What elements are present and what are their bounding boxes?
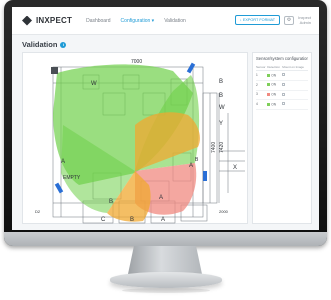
gear-icon[interactable]: ⚙: [284, 15, 295, 25]
monitor-chin: [4, 232, 327, 246]
monitor-stand-neck: [128, 246, 202, 274]
sensor-2-marker[interactable]: [54, 182, 64, 194]
sensor-config-panel: Sensor/system configuration Sensor Detec…: [252, 52, 312, 224]
label-a-left: A: [61, 159, 65, 165]
label-bottom-mid: 2000: [219, 209, 229, 214]
brand-logo[interactable]: INXPECT: [22, 15, 73, 26]
mount-cell: [282, 70, 308, 81]
sensor-3-marker[interactable]: [203, 171, 207, 181]
page-header: Validation i: [22, 40, 67, 49]
sensor-id: 3: [256, 90, 268, 101]
mount-checkbox[interactable]: [282, 83, 286, 86]
sensor-4-marker[interactable]: [186, 62, 196, 74]
label-bottom-left: D2: [35, 209, 41, 214]
detection-value: ON: [271, 101, 277, 106]
detection-value: ON: [271, 82, 277, 87]
label-b-small: B: [195, 157, 199, 163]
nav-dashboard[interactable]: Dashboard: [86, 18, 110, 24]
sensor-1-marker[interactable]: [51, 67, 58, 74]
table-row[interactable]: 3 ON: [256, 90, 308, 101]
label-a-low: A: [159, 195, 163, 201]
zone-color-swatch: [267, 83, 271, 87]
table-row[interactable]: 4 ON: [256, 99, 308, 110]
nav-validation[interactable]: Validation: [164, 18, 186, 24]
main-nav: Dashboard Configuration ▾ Validation: [86, 18, 186, 24]
table-row[interactable]: 2 ON: [256, 80, 308, 91]
sensor-id: 2: [256, 80, 268, 91]
label-w-right: W: [219, 105, 225, 111]
topbar-actions: ↓ EXPORT FORMAT ⚙ Inxpect Admin: [234, 15, 311, 25]
page-title: Validation: [22, 40, 58, 49]
sensor-id: 4: [256, 99, 268, 110]
user-info[interactable]: Inxpect Admin: [298, 15, 311, 25]
zone-color-swatch: [267, 73, 271, 77]
mount-cell: [282, 99, 308, 110]
label-vertical-2: 7420: [219, 142, 225, 153]
label-a-right: A: [189, 163, 193, 169]
top-navigation-bar: INXPECT Dashboard Configuration ▾ Valida…: [12, 7, 319, 35]
detection-cell: ON: [267, 80, 283, 91]
label-top-dimension: 7000: [131, 59, 142, 65]
label-x: X: [233, 165, 237, 171]
label-b-low: B: [109, 199, 113, 205]
stand-shadow: [122, 288, 210, 293]
monitor-stand-base: [110, 272, 222, 288]
detection-cell: ON: [267, 70, 283, 81]
detection-value: ON: [271, 73, 277, 78]
detection-cell: ON: [267, 90, 283, 101]
brand-name: INXPECT: [36, 16, 73, 25]
detection-cell: ON: [267, 99, 283, 110]
mount-cell: [282, 80, 308, 91]
export-button[interactable]: ↓ EXPORT FORMAT: [234, 15, 281, 25]
mount-checkbox[interactable]: [282, 73, 286, 77]
label-empty: EMPTY: [63, 175, 81, 181]
zone-color-swatch: [267, 102, 271, 106]
sensor-table: Sensor Detection Mount on Image 1 ON 2 O…: [256, 65, 308, 110]
floor-plan-panel: 7000 W B W B Y X A A B B A C B A EMPTY 7…: [22, 52, 248, 224]
nav-configuration[interactable]: Configuration ▾: [121, 18, 155, 24]
side-panel-title: Sensor/system configuration: [256, 56, 308, 61]
screen: INXPECT Dashboard Configuration ▾ Valida…: [12, 7, 319, 230]
table-row[interactable]: 1 ON: [256, 70, 308, 81]
floor-plan-map: 7000 W B W B Y X A A B B A C B A EMPTY 7…: [35, 59, 245, 224]
label-a-bottom: A: [161, 217, 165, 223]
info-icon[interactable]: i: [60, 41, 67, 48]
label-w-top: W: [91, 81, 97, 87]
user-line-2: Admin: [299, 20, 311, 25]
detection-value: ON: [271, 92, 277, 97]
mount-checkbox[interactable]: [282, 92, 286, 96]
label-y: Y: [219, 121, 223, 127]
sensor-id: 1: [256, 70, 268, 81]
mount-checkbox[interactable]: [282, 102, 286, 106]
mount-cell: [282, 90, 308, 101]
label-b-bottom: B: [130, 217, 134, 223]
label-b-right: B: [219, 93, 223, 99]
label-c: C: [101, 217, 106, 223]
label-vertical-1: 7400: [211, 142, 217, 153]
zone-color-swatch: [267, 92, 271, 96]
label-b-top: B: [219, 79, 223, 85]
logo-icon: [22, 15, 32, 26]
detection-zones: [53, 64, 200, 222]
